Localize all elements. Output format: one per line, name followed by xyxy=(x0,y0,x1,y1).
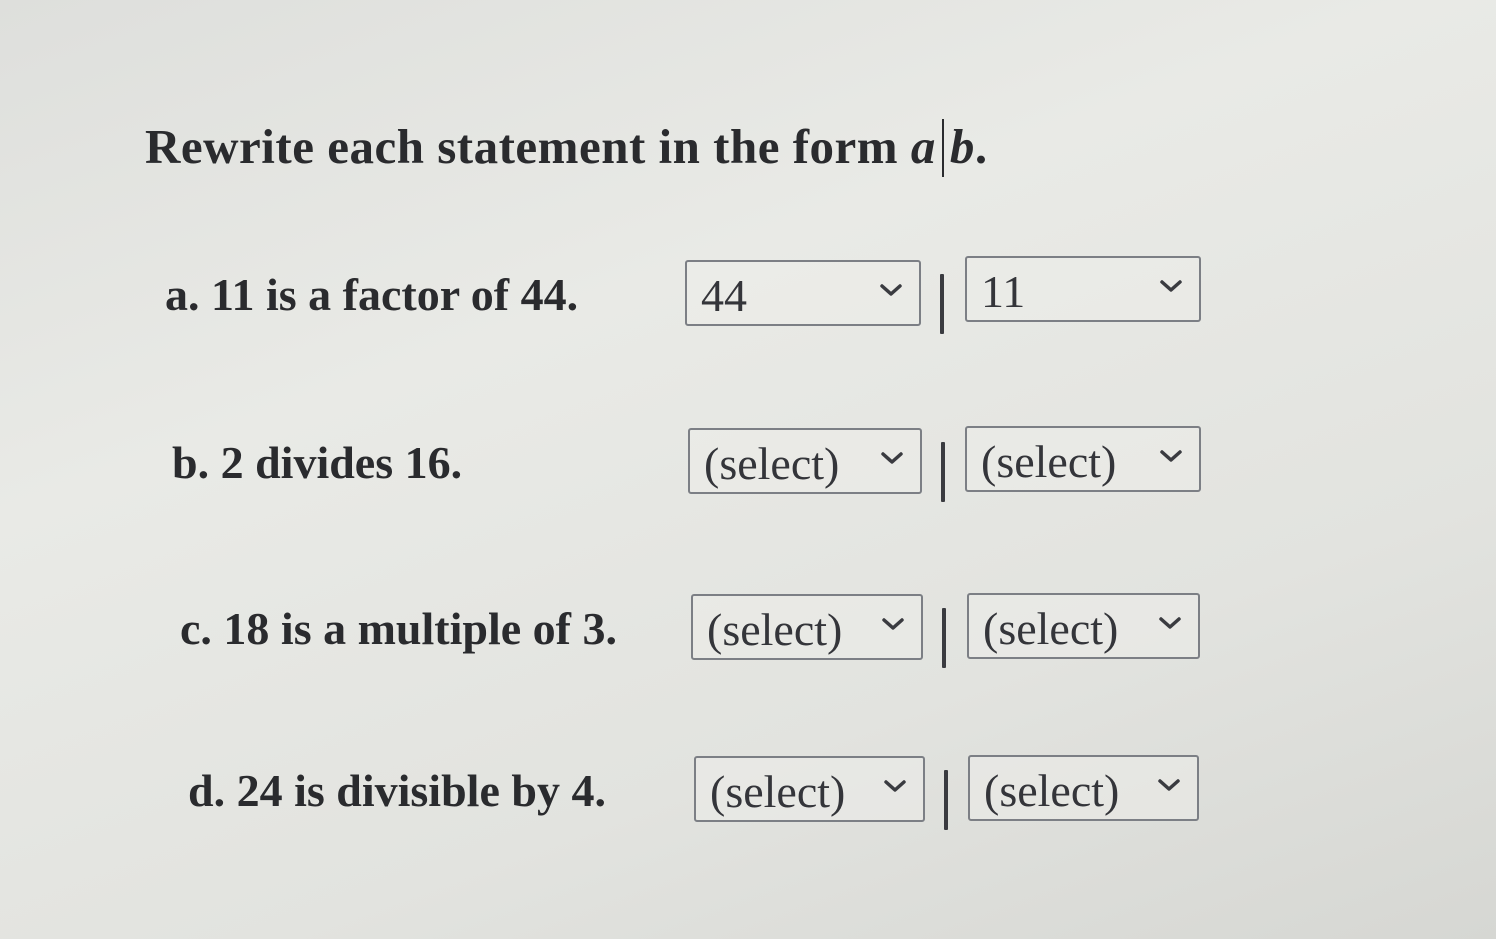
statement-a: a. 11 is a factor of 44. xyxy=(165,269,579,320)
dropdown-value: (select) xyxy=(984,765,1120,816)
instruction-text: Rewrite each statement in the form xyxy=(145,119,911,174)
divisibility-notation: ab xyxy=(910,119,975,177)
variable-a: a xyxy=(910,119,936,174)
dropdown-b-left[interactable]: (select) xyxy=(688,428,922,494)
chevron-down-icon xyxy=(1158,779,1180,791)
question-row-a: a. 11 is a factor of 44. 44 11 xyxy=(0,256,1496,334)
chevron-down-icon xyxy=(1160,450,1182,462)
dropdown-c-left[interactable]: (select) xyxy=(691,594,923,660)
dropdown-value: (select) xyxy=(981,436,1117,487)
question-row-d: d. 24 is divisible by 4. (select) (selec… xyxy=(0,755,1496,830)
dropdown-value: 44 xyxy=(701,270,747,321)
dropdown-d-left[interactable]: (select) xyxy=(694,756,925,822)
chevron-down-icon xyxy=(884,780,906,792)
dropdown-value: (select) xyxy=(707,604,843,655)
divides-bar xyxy=(942,608,946,668)
question-row-b: b. 2 divides 16. (select) (select) xyxy=(0,426,1496,502)
chevron-down-icon xyxy=(1160,280,1182,292)
instruction-period: . xyxy=(974,119,988,174)
chevron-down-icon xyxy=(880,284,902,296)
dropdown-b-right[interactable]: (select) xyxy=(965,426,1201,492)
dropdown-value: (select) xyxy=(983,603,1119,654)
statement-c: c. 18 is a multiple of 3. xyxy=(180,603,617,654)
dropdown-d-right[interactable]: (select) xyxy=(968,755,1199,821)
chevron-down-icon xyxy=(1159,617,1181,629)
divides-bar xyxy=(940,274,944,334)
dropdown-c-right[interactable]: (select) xyxy=(967,593,1200,659)
statement-b: b. 2 divides 16. xyxy=(172,437,463,488)
divides-bar xyxy=(941,119,944,177)
variable-b: b xyxy=(949,119,975,174)
dropdown-value: (select) xyxy=(710,766,846,817)
dropdown-a-right[interactable]: 11 xyxy=(965,256,1201,322)
chevron-down-icon xyxy=(881,452,903,464)
divides-bar xyxy=(944,770,948,830)
dropdown-a-left[interactable]: 44 xyxy=(685,260,921,326)
dropdown-value: 11 xyxy=(981,266,1026,317)
statement-d: d. 24 is divisible by 4. xyxy=(188,765,606,816)
instruction-heading: Rewrite each statement in the form a b. xyxy=(145,118,988,177)
divides-bar xyxy=(941,442,945,502)
chevron-down-icon xyxy=(882,618,904,630)
dropdown-value: (select) xyxy=(704,438,840,489)
question-row-c: c. 18 is a multiple of 3. (select) (sele… xyxy=(0,593,1496,668)
